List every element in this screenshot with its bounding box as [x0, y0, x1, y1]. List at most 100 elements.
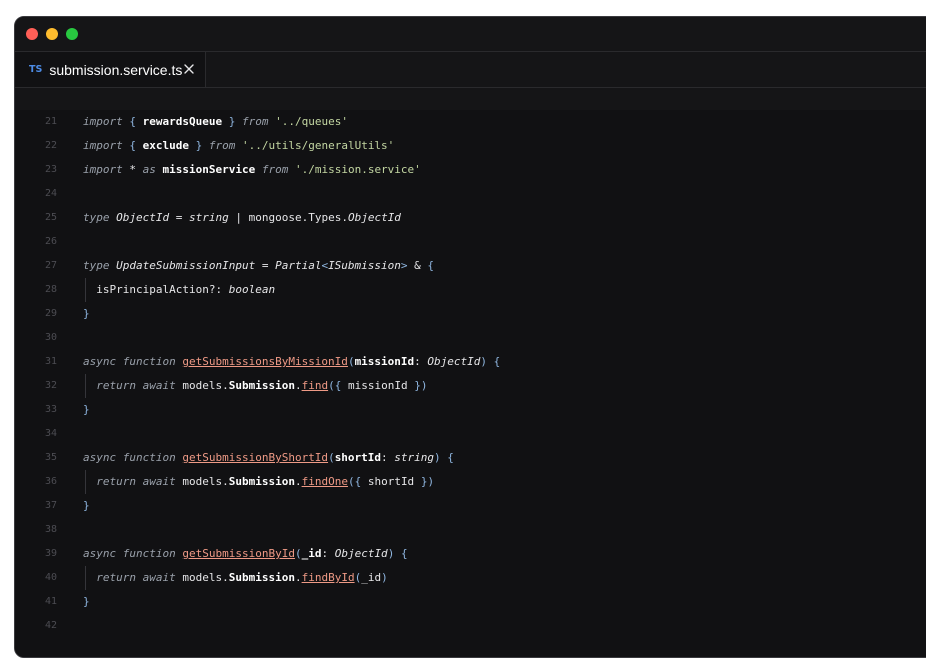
line-number: 37 [44, 500, 57, 511]
code-line[interactable]: 28 isPrincipalAction?: boolean [15, 278, 926, 302]
line-number: 27 [44, 260, 57, 271]
code-token: shortId [361, 475, 421, 488]
line-number: 21 [44, 116, 57, 127]
code-line[interactable]: 30 [15, 326, 926, 350]
code-token: find [301, 379, 329, 392]
code-line[interactable]: 21 import { rewardsQueue } from '../queue… [15, 110, 926, 134]
code-token: type [83, 259, 110, 272]
code-token: ObjectId [347, 211, 401, 224]
code-line[interactable]: 29} [15, 302, 926, 326]
code-token: } [83, 403, 90, 416]
line-number: 25 [44, 212, 57, 223]
code-token: ( [347, 355, 355, 368]
code-text: async function getSubmissionsByMissionId… [83, 350, 500, 374]
line-number: 32 [44, 380, 57, 391]
code-line[interactable]: 32 return await models.Submission.find({… [15, 374, 926, 398]
code-token: await [142, 379, 176, 392]
code-token: = [169, 211, 189, 224]
code-line[interactable]: 37} [15, 494, 926, 518]
code-line[interactable]: 35 async function getSubmissionByShortId(… [15, 446, 926, 470]
close-icon[interactable] [182, 62, 196, 76]
code-token: Submission [228, 571, 295, 584]
code-text: import * as missionService from './missi… [83, 158, 421, 182]
code-token: isPrincipalAction?: [83, 283, 229, 296]
close-window-button[interactable] [26, 28, 38, 40]
code-line[interactable]: 33} [15, 398, 926, 422]
typescript-file-icon: TS [29, 64, 43, 75]
code-token: & [407, 259, 428, 272]
code-text: import { rewardsQueue } from '../queues' [83, 110, 348, 134]
code-token: missionService [162, 163, 256, 176]
code-line[interactable]: 34 [15, 422, 926, 446]
code-line[interactable]: 23 import * as missionService from './mis… [15, 158, 926, 182]
code-token: await [142, 571, 176, 584]
tab-title: submission.service.ts [49, 61, 183, 78]
line-number: 41 [44, 596, 57, 607]
code-token: shortId [334, 451, 382, 464]
code-line[interactable]: 38 [15, 518, 926, 542]
code-token: ObjectId [334, 547, 388, 560]
code-token: _id [361, 571, 382, 584]
code-token: as [142, 163, 156, 176]
code-token: async [83, 355, 117, 368]
code-text: } [83, 398, 90, 422]
code-token: getSubmissionsByMissionId [182, 355, 348, 368]
code-token: ISubmission [328, 259, 401, 272]
code-line[interactable]: 36 return await models.Submission.findOn… [15, 470, 926, 494]
code-line[interactable]: 39 async function getSubmissionById(_id: … [15, 542, 926, 566]
tab-submission-service[interactable]: TS submission.service.ts [15, 52, 206, 87]
code-text: isPrincipalAction?: boolean [83, 278, 275, 302]
code-token: string [394, 451, 435, 464]
code-token: { [129, 139, 136, 152]
line-number: 38 [44, 524, 57, 535]
code-token: } [83, 499, 90, 512]
code-editor[interactable]: 21 import { rewardsQueue } from '../queue… [15, 110, 926, 657]
code-token: : [414, 355, 428, 368]
code-text: } [83, 302, 90, 326]
code-token: = [255, 259, 276, 272]
code-line[interactable]: 42 [15, 614, 926, 638]
line-number: 40 [44, 572, 57, 583]
code-line[interactable]: 22 import { exclude } from '../utils/gene… [15, 134, 926, 158]
zoom-window-button[interactable] [66, 28, 78, 40]
code-token: Submission [228, 475, 295, 488]
code-text: type ObjectId = string | mongoose.Types.… [83, 206, 401, 230]
code-line[interactable]: 24 [15, 182, 926, 206]
code-line[interactable]: 26 [15, 230, 926, 254]
minimize-window-button[interactable] [46, 28, 58, 40]
line-number: 31 [44, 356, 57, 367]
code-line[interactable]: 40 return await models.Submission.findBy… [15, 566, 926, 590]
line-number: 39 [44, 548, 57, 559]
line-number: 33 [44, 404, 57, 415]
line-number: 42 [44, 620, 57, 631]
code-token: ObjectId [427, 355, 481, 368]
code-token: ) [434, 451, 441, 464]
code-text: } [83, 590, 90, 614]
code-line[interactable]: 27 type UpdateSubmissionInput = Partial<I… [15, 254, 926, 278]
code-line[interactable]: 41} [15, 590, 926, 614]
code-token: import [83, 163, 123, 176]
code-token: : [381, 451, 395, 464]
code-token: from [208, 139, 236, 152]
code-token: { [427, 259, 435, 272]
code-text: return await models.Submission.find({ mi… [83, 374, 427, 398]
code-line[interactable]: 31 async function getSubmissionsByMission… [15, 350, 926, 374]
code-token: getSubmissionById [182, 547, 295, 560]
code-token: ( [294, 547, 302, 560]
code-line[interactable]: 25 type ObjectId = string | mongoose.Type… [15, 206, 926, 230]
code-text: return await models.Submission.findOne({… [83, 470, 434, 494]
code-token: { [129, 115, 136, 128]
code-token: ) [427, 475, 435, 488]
